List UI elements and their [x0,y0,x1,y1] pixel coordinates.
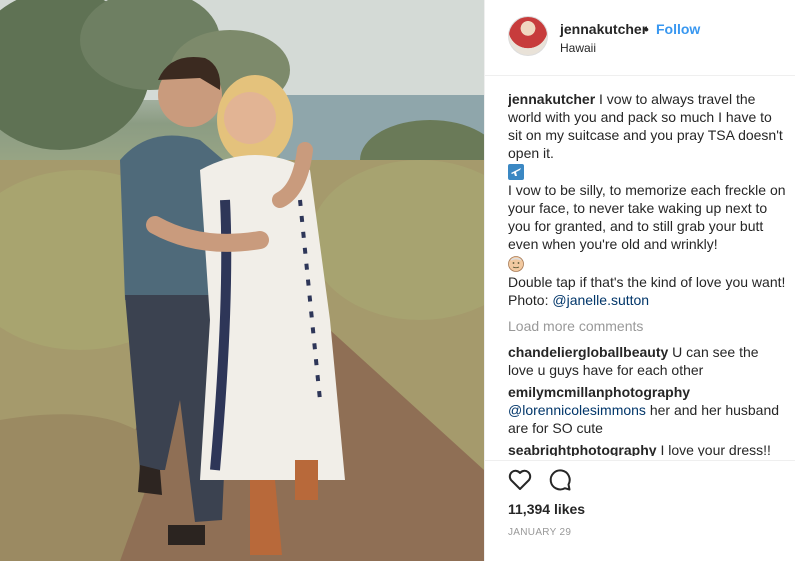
post-actions: 11,394 likes JANUARY 29 [485,460,795,538]
caption: jennakutcher I vow to always travel the … [508,90,786,309]
header-separator: • [644,21,649,37]
caption-text-2: I vow to be silly, to memorize each frec… [508,182,786,253]
avatar[interactable] [508,16,548,56]
follow-button[interactable]: Follow [656,21,700,37]
comment-username[interactable]: seabrightphotography [508,442,657,456]
older-face-emoji-icon [508,255,524,272]
heart-outline-icon[interactable] [507,467,533,493]
comments-section: jennakutcher I vow to always travel the … [508,90,786,456]
caption-mention-link[interactable]: @janelle.sutton [552,292,649,308]
header-username[interactable]: jennakutcher [560,21,647,37]
caption-username[interactable]: jennakutcher [508,91,595,107]
location-link[interactable]: Hawaii [560,41,596,55]
comment-item: seabrightphotography I love your dress!! [508,441,786,456]
comment-text: I love your dress!! [660,441,771,456]
airplane-emoji-icon [508,164,524,181]
likes-count[interactable]: 11,394 likes [508,501,585,517]
comment-item: chandeliergloballbeauty U can see the lo… [508,343,786,379]
comment-bubble-icon[interactable] [547,467,573,493]
post-photo[interactable] [0,0,484,561]
post-date[interactable]: JANUARY 29 [508,527,571,538]
comment-username[interactable]: emilymcmillanphotography [508,384,690,400]
post-header: jennakutcher • Follow Hawaii [485,0,795,76]
couple-photo-illustration [0,0,484,561]
comment-mention-link[interactable]: @lorennicolesimmons [508,402,646,418]
comment-username[interactable]: chandeliergloballbeauty [508,344,668,360]
comment-item: emilymcmillanphotography @lorennicolesim… [508,383,786,437]
load-more-comments-button[interactable]: Load more comments [508,317,786,335]
instagram-post: jennakutcher • Follow Hawaii jennakutche… [0,0,804,561]
post-side-panel: jennakutcher • Follow Hawaii jennakutche… [484,0,804,561]
